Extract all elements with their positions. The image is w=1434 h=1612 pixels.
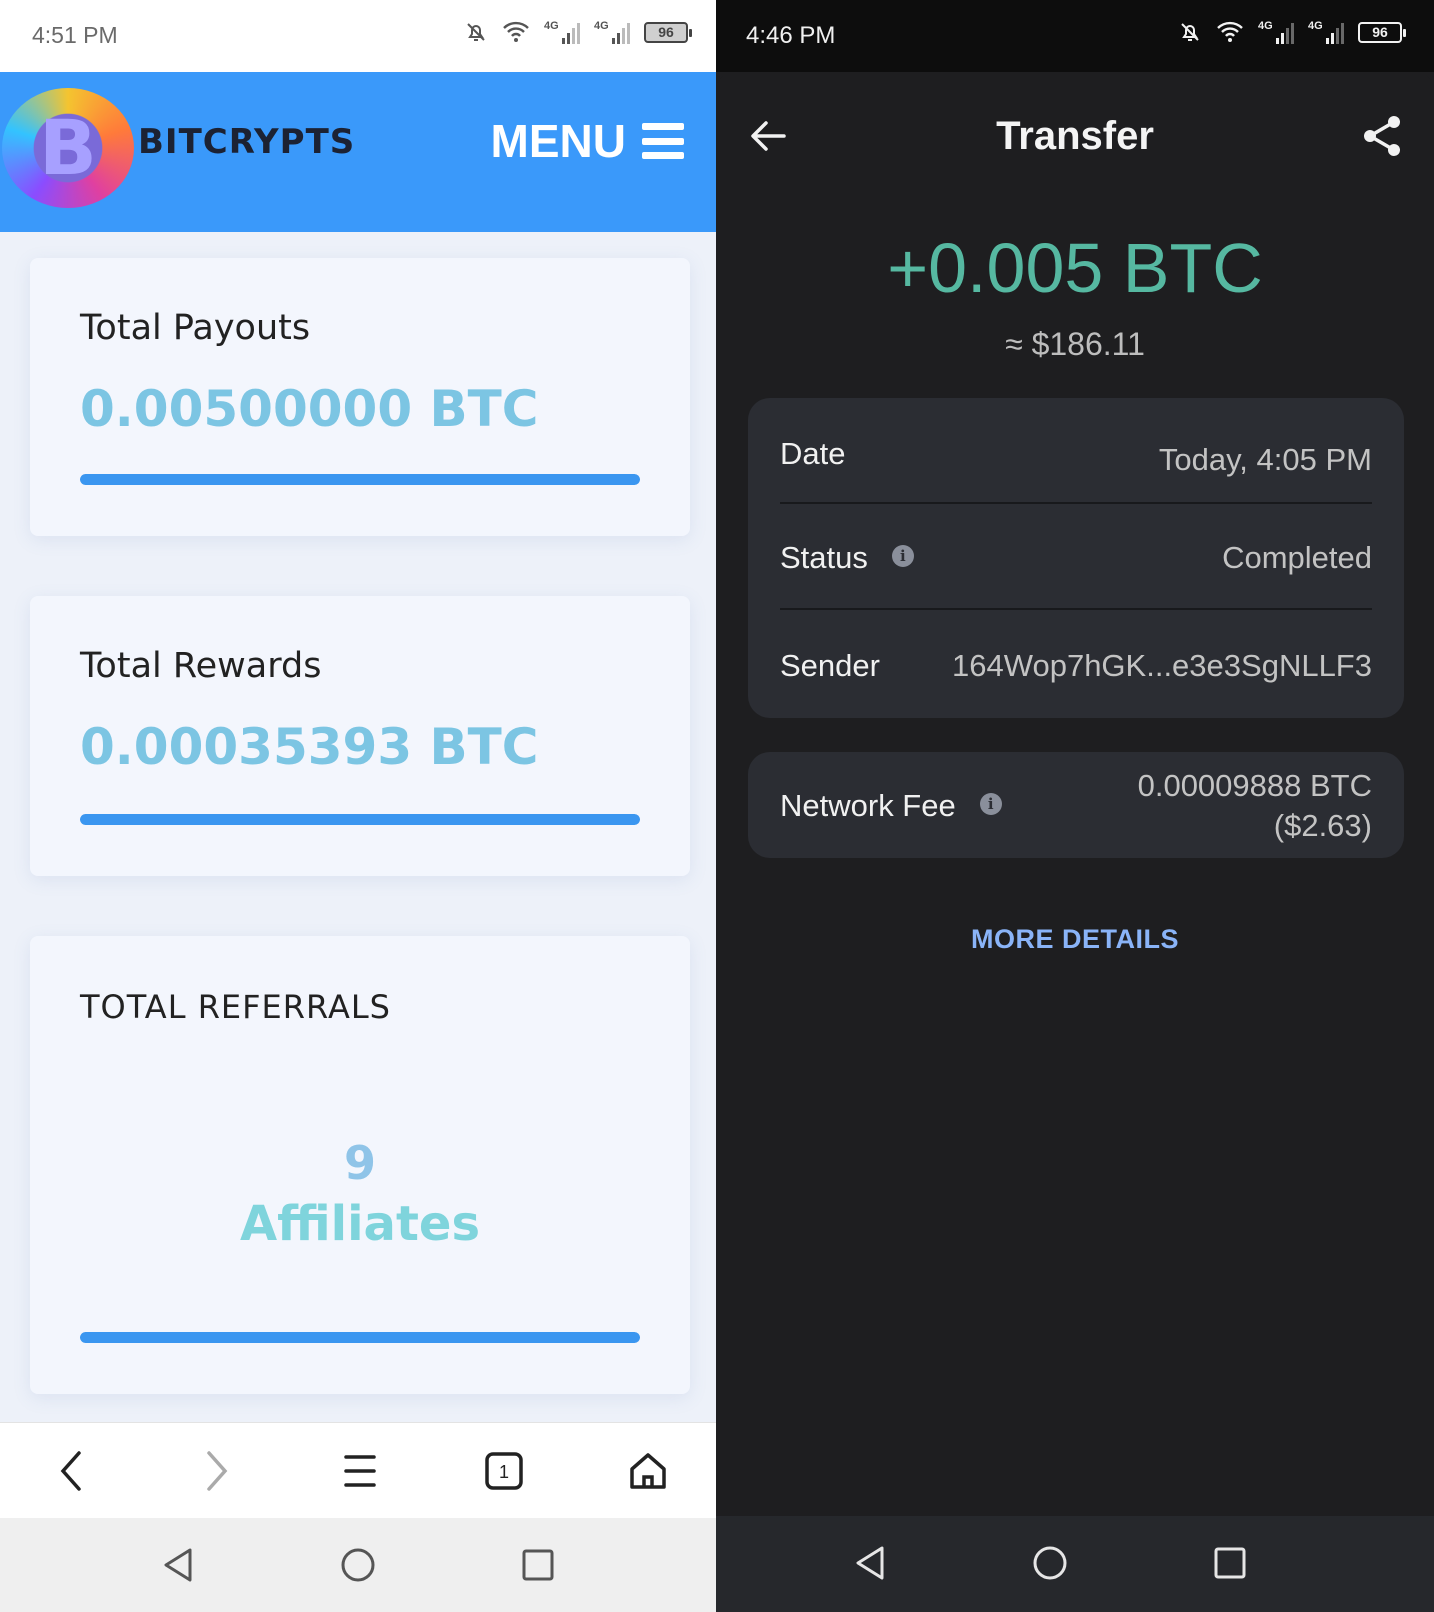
system-home-button[interactable]	[318, 1518, 398, 1612]
progress-bar	[80, 474, 640, 485]
cellular-signal-icon: 4G	[544, 20, 580, 44]
transfer-amount: +0.005 BTC	[887, 229, 1263, 307]
back-triangle-icon	[856, 1546, 884, 1580]
tabs-icon: 1	[485, 1452, 523, 1490]
logo-letter: B	[39, 103, 97, 192]
date-label: Date	[780, 436, 846, 471]
progress-fill	[80, 814, 640, 825]
fee-label: Network Fee	[780, 788, 956, 823]
recents-square-icon	[1214, 1547, 1246, 1579]
browser-back-button[interactable]	[32, 1423, 112, 1519]
transfer-screen: 4:46 PM 4G 4G 96 Transfer +0.005 BTC ≈ $…	[716, 0, 1434, 1612]
browser-forward-button[interactable]	[176, 1423, 256, 1519]
share-button[interactable]	[1352, 106, 1412, 166]
fee-label-group: Network Fee i	[780, 788, 1002, 824]
browser-tabs-button[interactable]: 1	[464, 1423, 544, 1519]
system-home-button[interactable]	[1010, 1516, 1090, 1610]
menu-icon	[344, 1455, 376, 1487]
wifi-icon	[503, 21, 529, 42]
total-payouts-card: Total Payouts 0.00500000 BTC	[30, 258, 690, 536]
system-nav-bar	[0, 1518, 716, 1612]
bitcrypts-screen: 4:51 PM 4G 4G 96 B BITCRYPTS MENU Total …	[0, 0, 716, 1612]
date-row: Date Today, 4:05 PM	[780, 398, 1372, 504]
status-icons: 4G 4G 96	[464, 20, 692, 44]
status-label: Status	[780, 540, 868, 575]
card-title: Total Rewards	[80, 646, 322, 686]
status-value: Completed	[1222, 540, 1372, 575]
cellular-signal-icon-2: 4G	[1308, 20, 1344, 44]
cellular-signal-icon-2: 4G	[594, 20, 630, 44]
sender-label: Sender	[780, 648, 880, 683]
hamburger-icon	[642, 123, 684, 159]
browser-home-button[interactable]	[608, 1423, 688, 1519]
payouts-value: 0.00500000 BTC	[80, 380, 539, 438]
sender-address[interactable]: 164Wop7hGK...e3e3SgNLLF3	[952, 648, 1372, 684]
status-bar: 4:51 PM 4G 4G 96	[0, 0, 716, 72]
system-back-button[interactable]	[830, 1516, 910, 1610]
status-time: 4:46 PM	[746, 22, 836, 49]
system-back-button[interactable]	[138, 1518, 218, 1612]
network-fee-panel: Network Fee i 0.00009888 BTC ($2.63)	[748, 752, 1404, 858]
home-circle-icon	[341, 1548, 375, 1582]
recents-square-icon	[522, 1549, 554, 1581]
chevron-left-icon	[60, 1451, 81, 1491]
battery-icon: 96	[644, 21, 692, 43]
svg-text:1: 1	[499, 1462, 509, 1482]
transfer-amount-usd: ≈ $186.11	[1005, 326, 1145, 362]
top-app-bar: Transfer	[716, 72, 1434, 202]
card-title: Total Payouts	[80, 308, 311, 348]
progress-fill	[80, 474, 640, 485]
progress-fill	[80, 1332, 640, 1343]
total-rewards-card: Total Rewards 0.00035393 BTC	[30, 596, 690, 876]
fee-btc: 0.00009888 BTC	[1137, 768, 1372, 803]
status-icons: 4G 4G 96	[1178, 20, 1406, 44]
transfer-details-panel: Date Today, 4:05 PM Status i Completed Se…	[748, 398, 1404, 718]
brand-name[interactable]: BITCRYPTS	[138, 122, 355, 162]
wifi-icon	[1217, 21, 1243, 42]
status-row: Status i Completed	[780, 504, 1372, 610]
home-icon	[630, 1453, 666, 1489]
date-value: Today, 4:05 PM	[1158, 442, 1372, 477]
system-nav-bar	[716, 1516, 1434, 1612]
site-header: B BITCRYPTS MENU	[0, 72, 716, 232]
menu-button[interactable]: MENU	[491, 114, 684, 168]
back-triangle-icon	[164, 1548, 192, 1582]
status-label-group: Status i	[780, 540, 914, 576]
status-bar: 4:46 PM 4G 4G 96	[716, 0, 1434, 72]
referral-count: 9	[343, 1136, 376, 1190]
status-time: 4:51 PM	[32, 22, 118, 48]
browser-toolbar: 1	[0, 1422, 716, 1518]
fee-usd: ($2.63)	[1273, 808, 1372, 843]
more-details-link[interactable]: MORE DETAILS	[716, 924, 1434, 955]
mute-bell-icon	[1181, 23, 1199, 41]
progress-bar	[80, 814, 640, 825]
info-icon[interactable]: i	[891, 544, 914, 567]
home-circle-icon	[1033, 1546, 1067, 1580]
chevron-right-icon	[207, 1451, 228, 1491]
battery-icon: 96	[1358, 21, 1406, 43]
bitcoin-logo-icon[interactable]: B	[2, 88, 134, 208]
system-recents-button[interactable]	[498, 1518, 578, 1612]
browser-menu-button[interactable]	[320, 1423, 400, 1519]
progress-bar	[80, 1332, 640, 1343]
menu-label: MENU	[490, 115, 626, 167]
share-icon	[1364, 116, 1400, 156]
page-title: Transfer	[996, 114, 1154, 158]
sender-row[interactable]: Sender 164Wop7hGK...e3e3SgNLLF3	[780, 610, 1372, 716]
system-recents-button[interactable]	[1190, 1516, 1270, 1610]
card-title: TOTAL REFERRALS	[80, 988, 391, 1026]
total-referrals-card: TOTAL REFERRALS 9 Affiliates	[30, 936, 690, 1394]
referral-unit: Affiliates	[239, 1196, 481, 1252]
info-icon[interactable]: i	[979, 792, 1002, 815]
mute-bell-icon	[467, 23, 485, 41]
cellular-signal-icon: 4G	[1258, 20, 1294, 44]
fee-value: 0.00009888 BTC ($2.63)	[1138, 766, 1372, 846]
rewards-value: 0.00035393 BTC	[80, 718, 539, 776]
